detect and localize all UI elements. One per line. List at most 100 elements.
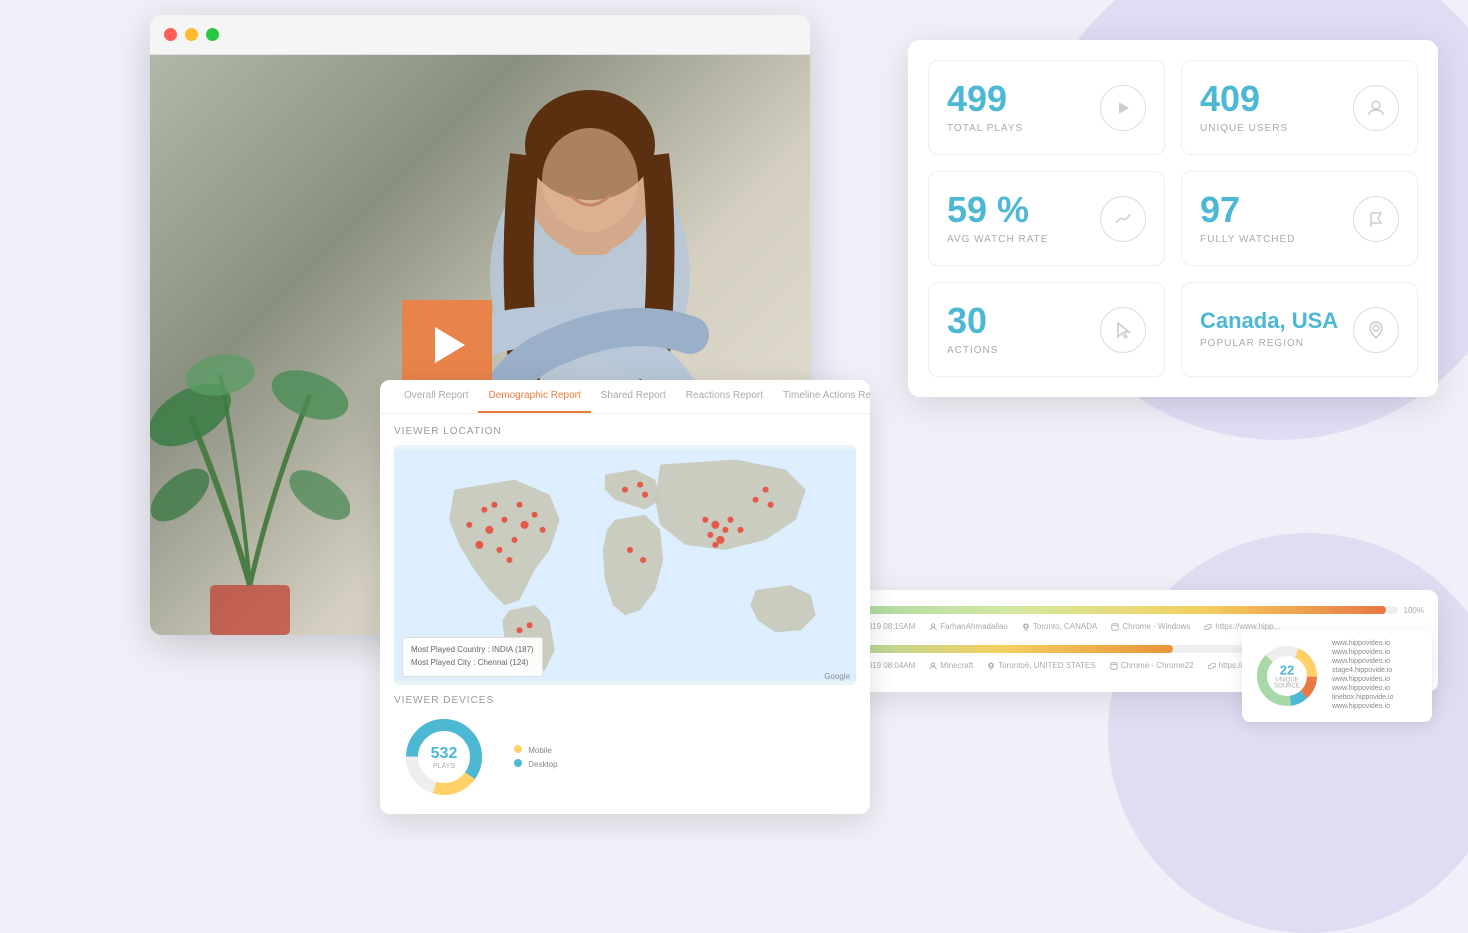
meta-location-1: Toronto, CANADA (1022, 622, 1097, 631)
source-list: www.hippovideo.io www.hippovideo.io www.… (1332, 640, 1422, 712)
plays-value: 532 (431, 745, 458, 763)
demo-tabs: Overall Report Demographic Report Shared… (380, 380, 870, 414)
actions-label: ACTIONS (947, 345, 998, 356)
plays-label: PLAYS (431, 763, 458, 770)
progress-bar-1 (830, 606, 1398, 614)
tab-timeline-actions-report[interactable]: Timeline Actions Report (773, 380, 870, 413)
stats-grid: 499 TOTAL PLAYS 409 UNIQUE USERS (928, 60, 1418, 377)
trend-icon-circle (1100, 196, 1146, 242)
dot-green (206, 28, 219, 41)
stat-info-unique-users: 409 UNIQUE USERS (1200, 81, 1288, 134)
stat-info-fully-watched: 97 FULLY WATCHED (1200, 192, 1295, 245)
location-icon-circle (1353, 307, 1399, 353)
viewer-devices-title: Viewer Devices (394, 695, 856, 706)
source-item-5: www.hippovideo.io (1332, 676, 1422, 683)
play-icon-circle (1100, 85, 1146, 131)
desktop-dot (514, 759, 522, 767)
meta-user-2: Minecraft (929, 661, 973, 670)
source-item-2: www.hippovideo.io (1332, 649, 1422, 656)
total-plays-value: 499 (947, 81, 1023, 117)
google-attribution: Google (824, 672, 850, 681)
legend-line1: Most Played Country : INDIA (187) (411, 644, 534, 657)
viewer-location-title: VIEWER LOCATION (394, 426, 856, 437)
stat-card-fully-watched: 97 FULLY WATCHED (1181, 171, 1418, 266)
tab-shared-report[interactable]: Shared Report (591, 380, 676, 413)
popular-region-value: Canada, USA (1200, 310, 1338, 332)
meta-user-1: FarhanAhmadallao (929, 622, 1008, 631)
stat-card-actions: 30 ACTIONS (928, 282, 1165, 377)
tab-overall-report[interactable]: Overall Report (394, 380, 478, 413)
source-unique-label: UNIQUE SOURCE (1270, 678, 1305, 690)
viewer-row-1: 1 100% 08/12/2019 08:15AM FarhanAhmadall… (812, 602, 1424, 631)
source-panel-inner: 22 UNIQUE SOURCE www.hippovideo.io www.h… (1252, 640, 1422, 712)
play-icon (435, 327, 465, 363)
mobile-dot (514, 745, 522, 753)
source-panel: 22 UNIQUE SOURCE www.hippovideo.io www.h… (1242, 630, 1432, 722)
source-donut-container: 22 UNIQUE SOURCE (1252, 641, 1322, 711)
stat-card-popular-region: Canada, USA POPULAR REGION (1181, 282, 1418, 377)
browser-bar (150, 15, 810, 55)
meta-user-text-2: Minecraft (940, 661, 973, 670)
source-item-8: www.hippovideo.io (1332, 703, 1422, 710)
meta-browser-text-2: Chrome - Chrome22 (1121, 661, 1194, 670)
popular-region-label: POPULAR REGION (1200, 338, 1338, 349)
device-legend: Mobile Desktop (514, 712, 558, 802)
viewer-row-top-1: 1 100% (812, 602, 1424, 618)
tab-reactions-report[interactable]: Reactions Report (676, 380, 773, 413)
source-item-3: www.hippovideo.io (1332, 658, 1422, 665)
meta-browser-1: Chrome - Windows (1111, 622, 1190, 631)
mobile-label: Mobile (528, 746, 552, 755)
stat-card-avg-watch: 59 % AVG WATCH RATE (928, 171, 1165, 266)
actions-value: 30 (947, 303, 998, 339)
legend-line2: Most Played City : Chennai (124) (411, 657, 534, 670)
fully-watched-value: 97 (1200, 192, 1295, 228)
stat-card-total-plays: 499 TOTAL PLAYS (928, 60, 1165, 155)
progress-pct-1: 100% (1404, 606, 1424, 615)
legend-mobile: Mobile (514, 745, 558, 755)
unique-users-label: UNIQUE USERS (1200, 123, 1288, 134)
total-plays-label: TOTAL PLAYS (947, 123, 1023, 134)
devices-row: 532 PLAYS Mobile Desktop (394, 712, 856, 802)
stats-panel: 499 TOTAL PLAYS 409 UNIQUE USERS (908, 40, 1438, 397)
unique-users-value: 409 (1200, 81, 1288, 117)
source-unique-value: 22 (1270, 663, 1305, 678)
plays-donut-label: 532 PLAYS (431, 745, 458, 770)
meta-browser-text-1: Chrome - Windows (1122, 622, 1190, 631)
source-item-4: stage4.hippovide.io (1332, 667, 1422, 674)
source-item-6: www.hippovideo.io (1332, 685, 1422, 692)
fully-watched-label: FULLY WATCHED (1200, 234, 1295, 245)
meta-user-text-1: FarhanAhmadallao (940, 622, 1008, 631)
progress-fill-1 (830, 606, 1386, 614)
avg-watch-value: 59 % (947, 192, 1048, 228)
source-donut-label: 22 UNIQUE SOURCE (1270, 663, 1305, 690)
map-legend: Most Played Country : INDIA (187) Most P… (402, 637, 543, 677)
stat-info-popular-region: Canada, USA POPULAR REGION (1200, 310, 1338, 349)
meta-browser-2: Chrome - Chrome22 (1110, 661, 1194, 670)
donut-chart-plays: 532 PLAYS (394, 712, 494, 802)
meta-location-text-1: Toronto, CANADA (1033, 622, 1097, 631)
stat-info-actions: 30 ACTIONS (947, 303, 998, 356)
dot-yellow (185, 28, 198, 41)
plant-decoration (150, 215, 350, 635)
scene: 499 TOTAL PLAYS 409 UNIQUE USERS (0, 0, 1468, 853)
demo-panel: Overall Report Demographic Report Shared… (380, 380, 870, 814)
stat-card-unique-users: 409 UNIQUE USERS (1181, 60, 1418, 155)
source-item-1: www.hippovideo.io (1332, 640, 1422, 647)
demo-body: VIEWER LOCATION (380, 414, 870, 814)
cursor-icon-circle (1100, 307, 1146, 353)
play-button[interactable] (402, 300, 492, 390)
legend-desktop: Desktop (514, 759, 558, 769)
progress-fill-2 (830, 645, 1173, 653)
user-icon-circle (1353, 85, 1399, 131)
stat-info-avg-watch: 59 % AVG WATCH RATE (947, 192, 1048, 245)
map-container: Most Played Country : INDIA (187) Most P… (394, 445, 856, 685)
meta-location-text-2: Toronto6, UNITED STATES (998, 661, 1096, 670)
flag-icon-circle (1353, 196, 1399, 242)
desktop-label: Desktop (528, 760, 557, 769)
source-item-7: linebox.hippovide.io (1332, 694, 1422, 701)
tab-demographic-report[interactable]: Demographic Report (478, 380, 590, 413)
avg-watch-label: AVG WATCH RATE (947, 234, 1048, 245)
meta-location-2: Toronto6, UNITED STATES (987, 661, 1096, 670)
stat-info-total-plays: 499 TOTAL PLAYS (947, 81, 1023, 134)
dot-red (164, 28, 177, 41)
